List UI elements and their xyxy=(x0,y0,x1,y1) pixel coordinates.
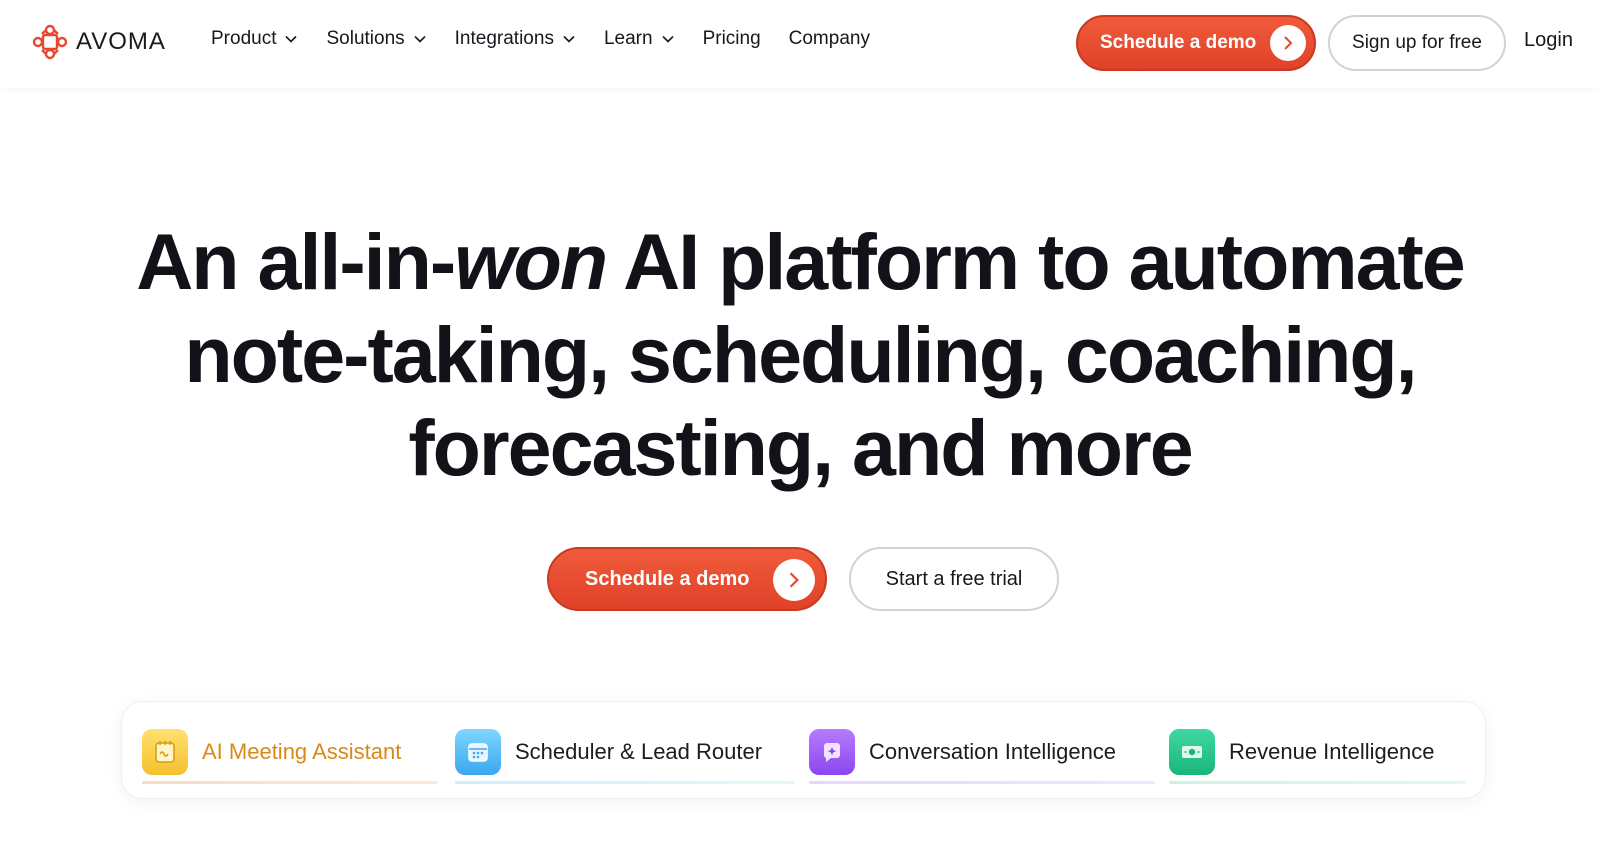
nav-item-label: Integrations xyxy=(454,28,554,49)
tab-underline xyxy=(809,781,1155,784)
money-icon xyxy=(1169,729,1215,775)
tab-underline xyxy=(1169,781,1466,784)
chevron-right-icon xyxy=(789,572,799,588)
avoma-logo-icon xyxy=(32,24,68,60)
nav-item-label: Learn xyxy=(603,28,653,49)
nav-item-company[interactable]: Company xyxy=(789,28,870,50)
avoma-logo[interactable]: AVOMA xyxy=(32,24,166,60)
hero-line-3: forecasting, and more xyxy=(408,403,1193,492)
tab-label: Revenue Intelligence xyxy=(1229,739,1435,764)
tab-revenue-intelligence[interactable]: Revenue Intelligence xyxy=(1169,722,1466,784)
product-tabs: AI Meeting Assistant Scheduler & Lead Ro… xyxy=(121,701,1486,799)
hero-emphasis: won xyxy=(454,217,608,306)
nav-item-label: Product xyxy=(211,28,277,49)
arrow-circle xyxy=(773,559,815,601)
tab-label: Scheduler & Lead Router xyxy=(515,739,763,764)
chevron-down-icon xyxy=(285,35,298,43)
hero-section: An all-in-won AI platform to automate no… xyxy=(0,215,1600,494)
tab-conversation-intelligence[interactable]: Conversation Intelligence xyxy=(809,722,1155,784)
logo-wordmark: AVOMA xyxy=(76,28,166,55)
arrow-circle xyxy=(1270,25,1306,61)
hero-title: An all-in-won AI platform to automate no… xyxy=(0,215,1600,494)
sparkle-chat-icon xyxy=(809,729,855,775)
nav-item-product[interactable]: Product xyxy=(211,28,298,50)
tab-label: AI Meeting Assistant xyxy=(202,739,402,764)
header-schedule-demo-button[interactable]: Schedule a demo xyxy=(1076,15,1316,71)
main-nav: Product Solutions Integrations Learn Pri… xyxy=(211,28,898,50)
tab-underline xyxy=(455,781,795,784)
notepad-icon xyxy=(142,729,188,775)
chevron-down-icon xyxy=(563,35,575,43)
tab-ai-meeting-assistant[interactable]: AI Meeting Assistant xyxy=(142,722,438,784)
nav-item-label: Solutions xyxy=(326,28,405,49)
calendar-icon xyxy=(455,729,501,775)
tab-underline xyxy=(142,781,438,784)
chevron-down-icon xyxy=(414,35,426,43)
tab-label: Conversation Intelligence xyxy=(869,739,1117,764)
signup-button[interactable]: Sign up for free xyxy=(1328,15,1506,71)
button-label: Schedule a demo xyxy=(1100,32,1257,53)
hero-schedule-demo-button[interactable]: Schedule a demo xyxy=(547,547,827,611)
chevron-right-icon xyxy=(1284,36,1293,50)
nav-item-integrations[interactable]: Integrations xyxy=(455,28,576,50)
button-label: Schedule a demo xyxy=(585,567,750,590)
site-header: AVOMA Product Solutions Integrations Lea… xyxy=(0,0,1600,88)
nav-item-solutions[interactable]: Solutions xyxy=(326,28,426,50)
chevron-down-icon xyxy=(661,35,674,43)
tab-scheduler-lead-router[interactable]: Scheduler & Lead Router xyxy=(455,722,795,784)
hero-line-2: note-taking, scheduling, coaching, xyxy=(184,310,1417,399)
start-free-trial-button[interactable]: Start a free trial xyxy=(849,547,1059,611)
nav-item-label: Company xyxy=(788,28,870,49)
nav-item-learn[interactable]: Learn xyxy=(604,28,675,50)
nav-item-label: Pricing xyxy=(702,28,761,49)
nav-item-pricing[interactable]: Pricing xyxy=(703,28,761,50)
hero-line-1: An all-in-won AI platform to automate xyxy=(136,217,1465,306)
login-link[interactable]: Login xyxy=(1524,29,1573,52)
